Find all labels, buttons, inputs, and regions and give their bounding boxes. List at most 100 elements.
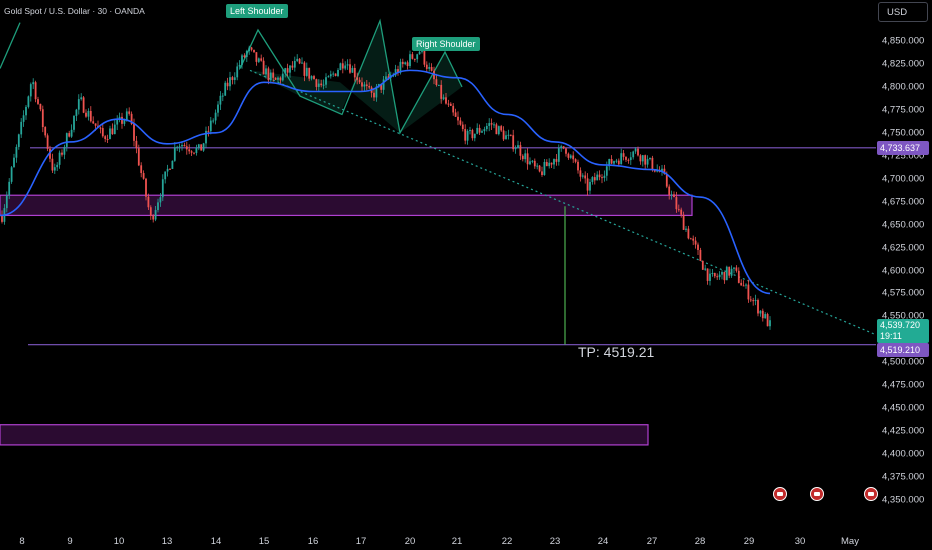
candle-body <box>598 174 601 178</box>
candle-body <box>742 285 745 287</box>
candle-body <box>356 77 359 80</box>
candle-body <box>219 95 222 105</box>
candle-body <box>445 97 447 104</box>
candle-body <box>301 62 303 64</box>
candle-body <box>406 62 409 67</box>
candle-body <box>125 111 128 120</box>
candle-body <box>752 300 755 302</box>
candle-body <box>233 77 236 80</box>
time-tick-label: 29 <box>743 536 755 547</box>
candle-body <box>241 55 243 65</box>
candle-body <box>164 171 167 180</box>
candle-body <box>502 130 505 140</box>
candle-body <box>209 120 212 132</box>
candle-body <box>615 160 618 162</box>
candle-body <box>694 240 697 245</box>
candle-body <box>353 67 356 78</box>
candle-body <box>317 83 320 87</box>
candle-body <box>221 95 224 97</box>
candle-body <box>409 54 411 67</box>
candle-body <box>728 266 731 276</box>
time-axis[interactable]: 8 9 10 13 14 15 16 17 20 21 22 23 24 27 28 29 30 May <box>0 528 876 550</box>
candle-body <box>229 77 231 87</box>
candle-body <box>577 161 579 171</box>
candle-body <box>481 131 483 133</box>
candle-body <box>289 65 291 73</box>
candle-body <box>675 197 678 210</box>
us-flag-icon[interactable] <box>773 487 787 501</box>
price-axis[interactable]: 4,850.000 4,825.000 4,800.000 4,775.000 4,75… <box>876 0 932 550</box>
price-tick-label: 4,450.000 <box>882 402 925 414</box>
candle-body <box>567 153 570 158</box>
time-tick-label: May <box>841 536 859 547</box>
candle-body <box>257 58 260 62</box>
left-shoulder-label[interactable]: Left Shoulder <box>226 4 288 18</box>
candle-body <box>538 165 541 172</box>
candle-body <box>553 159 555 165</box>
candle-body <box>459 120 462 125</box>
candle-body <box>128 111 131 114</box>
price-chart[interactable] <box>0 0 876 528</box>
us-flag-icon[interactable] <box>864 487 878 501</box>
candle-body <box>308 67 311 79</box>
candle-body <box>677 209 680 211</box>
candle-body <box>531 160 534 162</box>
candle-body <box>166 168 169 172</box>
candle-body <box>349 64 351 73</box>
chart-area[interactable] <box>0 0 876 528</box>
candle-body <box>101 128 104 137</box>
candle-body <box>435 79 438 85</box>
candle-body <box>536 165 539 167</box>
time-tick-label: 20 <box>404 536 416 547</box>
candle-body <box>749 299 752 301</box>
candle-body <box>85 112 87 117</box>
candle-body <box>725 266 728 281</box>
time-tick-label: 16 <box>307 536 319 547</box>
price-tick-label: 4,650.000 <box>882 219 925 231</box>
candle-body <box>581 175 584 177</box>
candle-body <box>529 161 531 165</box>
candle-body <box>687 228 690 239</box>
candle-body <box>701 260 704 270</box>
candle-body <box>5 195 8 209</box>
candle-body <box>154 210 157 220</box>
candle-body <box>723 271 726 281</box>
candle-body <box>685 228 687 230</box>
candle-body <box>77 99 80 110</box>
us-flag-icon[interactable] <box>810 487 824 501</box>
candle-body <box>190 151 193 153</box>
candle-body <box>569 155 572 158</box>
candle-body <box>152 215 155 220</box>
right-shoulder-label[interactable]: Right Shoulder <box>412 37 480 51</box>
candle-body <box>332 73 335 75</box>
candle-body <box>625 156 627 160</box>
time-tick-label: 21 <box>451 536 463 547</box>
tp-label[interactable]: TP: 4519.21 <box>578 344 654 360</box>
candle-body <box>430 67 433 71</box>
time-tick-label: 22 <box>501 536 513 547</box>
candle-body <box>329 74 332 77</box>
candle-body <box>524 153 527 160</box>
price-tick-label: 4,700.000 <box>882 173 925 185</box>
price-tick-label: 4,625.000 <box>882 242 925 254</box>
supply-zone <box>0 424 649 446</box>
candle-body <box>8 181 11 196</box>
candle-body <box>46 135 49 149</box>
candle-body <box>325 77 327 85</box>
candle-body <box>613 161 615 164</box>
candle-body <box>13 157 15 168</box>
candle-body <box>73 115 75 130</box>
candle-body <box>267 68 270 81</box>
candle-body <box>620 153 623 165</box>
price-tick-label: 4,425.000 <box>882 425 925 437</box>
candle-body <box>692 238 695 241</box>
candle-body <box>617 160 620 165</box>
candle-body <box>562 146 565 149</box>
candle-body <box>740 282 743 286</box>
candle-body <box>533 160 536 167</box>
candle-body <box>579 170 582 177</box>
candle-body <box>253 49 255 53</box>
candle-body <box>183 144 186 147</box>
currency-button[interactable]: USD <box>878 2 928 22</box>
candle-body <box>418 51 421 55</box>
